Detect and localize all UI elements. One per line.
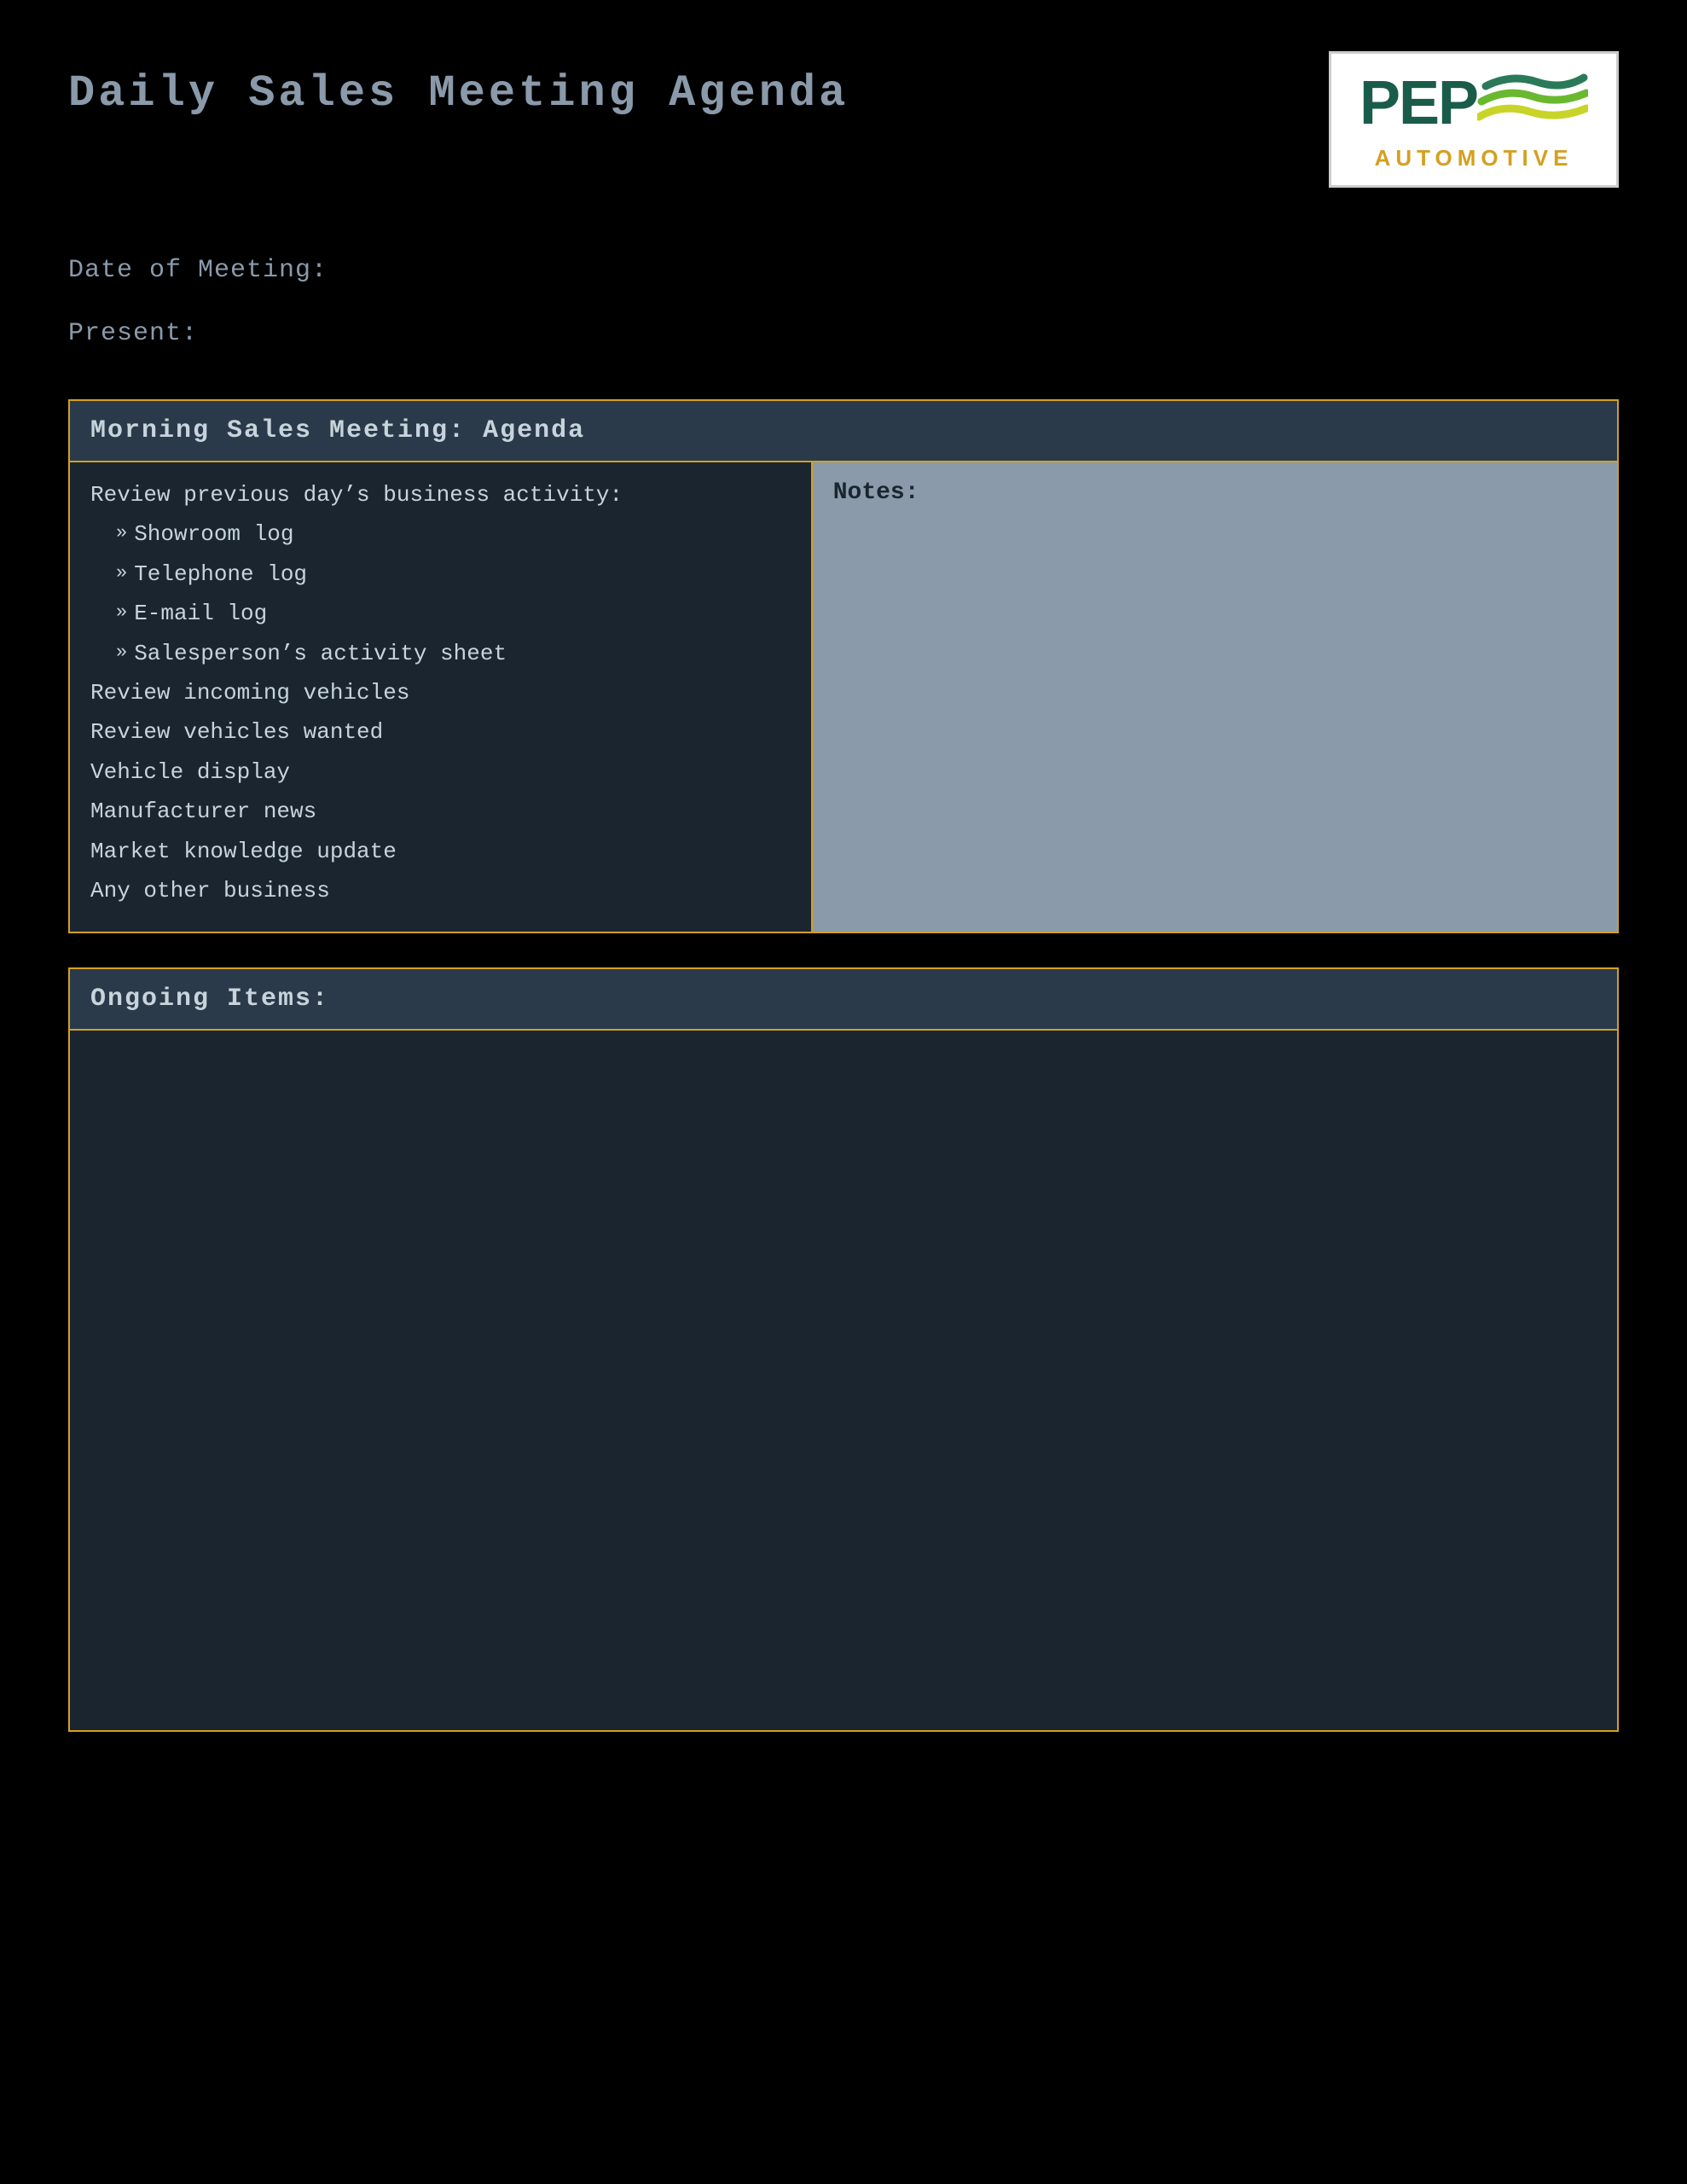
logo-waves-svg bbox=[1477, 69, 1588, 137]
sub-item-email-log-text: E-mail log bbox=[134, 598, 267, 629]
meta-section: Date of Meeting: Present: bbox=[68, 256, 1619, 348]
bullet-arrow-1: » bbox=[116, 520, 127, 547]
sub-item-salesperson-sheet: » Salesperson’s activity sheet bbox=[90, 638, 791, 669]
review-previous-label: Review previous day’s business activity: bbox=[90, 479, 791, 510]
present-label: Present: bbox=[68, 319, 1619, 348]
agenda-item-review-vehicles-wanted: Review vehicles wanted bbox=[90, 717, 791, 747]
page-title: Daily Sales Meeting Agenda bbox=[68, 68, 849, 119]
agenda-item-vehicle-display: Vehicle display bbox=[90, 757, 791, 787]
morning-agenda-table: Morning Sales Meeting: Agenda Review pre… bbox=[68, 399, 1619, 933]
ongoing-items-header-text: Ongoing Items: bbox=[90, 985, 329, 1014]
bullet-arrow-3: » bbox=[116, 600, 127, 626]
sub-item-telephone-log-text: Telephone log bbox=[134, 559, 307, 590]
notes-label: Notes: bbox=[833, 479, 919, 506]
sub-item-email-log: » E-mail log bbox=[90, 598, 791, 629]
ongoing-items-header: Ongoing Items: bbox=[70, 969, 1617, 1031]
agenda-item-manufacturer-news: Manufacturer news bbox=[90, 796, 791, 827]
bullet-arrow-4: » bbox=[116, 640, 127, 666]
bullet-arrow-2: » bbox=[116, 561, 127, 587]
logo-container: PEP AUTOMOTIVE bbox=[1329, 51, 1619, 188]
logo-pep-row: PEP bbox=[1348, 68, 1599, 138]
logo-pep-text: PEP bbox=[1359, 68, 1477, 138]
header-section: Daily Sales Meeting Agenda PEP AUTOMOTIV… bbox=[68, 51, 1619, 188]
agenda-left-column: Review previous day’s business activity:… bbox=[70, 462, 813, 932]
ongoing-items-table: Ongoing Items: bbox=[68, 967, 1619, 1732]
logo-automotive-text: AUTOMOTIVE bbox=[1375, 145, 1574, 171]
sub-item-salesperson-sheet-text: Salesperson’s activity sheet bbox=[134, 638, 507, 669]
agenda-item-market-knowledge: Market knowledge update bbox=[90, 836, 791, 867]
morning-agenda-header-text: Morning Sales Meeting: Agenda bbox=[90, 416, 585, 445]
agenda-item-review-incoming: Review incoming vehicles bbox=[90, 677, 791, 708]
sub-item-showroom-log-text: Showroom log bbox=[134, 519, 293, 549]
morning-agenda-body: Review previous day’s business activity:… bbox=[70, 462, 1617, 932]
date-of-meeting-label: Date of Meeting: bbox=[68, 256, 1619, 285]
agenda-notes-column: Notes: bbox=[813, 462, 1617, 932]
agenda-item-any-other-business: Any other business bbox=[90, 875, 791, 906]
ongoing-items-body bbox=[70, 1031, 1617, 1730]
logo-wrapper: PEP AUTOMOTIVE bbox=[1348, 68, 1599, 171]
sub-item-showroom-log: » Showroom log bbox=[90, 519, 791, 549]
morning-agenda-header: Morning Sales Meeting: Agenda bbox=[70, 401, 1617, 462]
sub-item-telephone-log: » Telephone log bbox=[90, 559, 791, 590]
